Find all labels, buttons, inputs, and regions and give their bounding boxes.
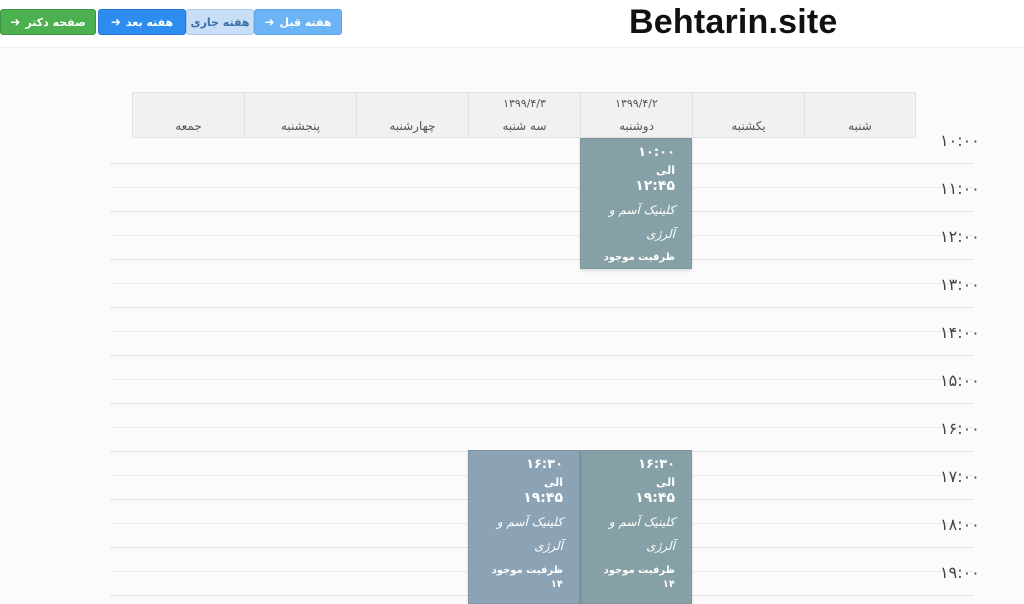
top-bar: صفحه دکتر ➜ هفته بعد ➜ هفته جاری هفته قب… [0,0,1024,48]
event-end-time: ۱۲:۴۵ [635,178,675,194]
event-capacity-label: ظرفیت موجود [603,565,675,576]
time-label: ۱۲:۰۰ [940,227,980,246]
event-to-label: الی [655,476,675,489]
time-label: ۱۰:۰۰ [940,131,980,150]
next-week-label: هفته بعد [125,15,174,29]
event-tuesday-evening[interactable]: ۱۶:۳۰ الی ۱۹:۴۵ کلینیک آسم و آلرژی ظرفیت… [468,450,580,604]
current-week-button[interactable]: هفته جاری [186,9,254,35]
event-clinic-name-cont: آلرژی [534,539,563,553]
grid-line [110,259,974,260]
day-date: ۱۳۹۹/۴/۳ [503,97,546,110]
arrow-left-icon: ➜ [110,15,121,29]
grid-line [110,403,974,404]
day-name: جمعه [175,119,202,133]
event-monday-evening[interactable]: ۱۶:۳۰ الی ۱۹:۴۵ کلینیک آسم و آلرژی ظرفیت… [580,450,692,604]
event-capacity-label: ظرفیت موجود [603,252,675,263]
event-clinic-name: کلینیک آسم و [496,515,563,529]
doctor-page-label: صفحه دکتر [25,15,86,29]
event-start-time: ۱۰:۰۰ [638,145,675,160]
time-label: ۱۵:۰۰ [940,371,980,390]
day-header-thursday[interactable]: پنجشنبه [244,92,356,138]
grid-line [110,187,974,188]
doctor-page-button[interactable]: صفحه دکتر ➜ [0,9,96,35]
next-week-button[interactable]: هفته بعد ➜ [98,9,186,35]
event-to-label: الی [543,476,563,489]
day-name: سه شنبه [502,119,547,133]
day-header-saturday[interactable]: شنبه [804,92,916,138]
event-start-time: ۱۶:۳۰ [526,457,563,472]
event-capacity-value: ۱۴ [662,579,675,590]
time-label: ۱۸:۰۰ [940,515,980,534]
arrow-left-icon: ➜ [10,15,21,29]
day-header-monday[interactable]: ۱۳۹۹/۴/۲ دوشنبه [580,92,692,138]
event-clinic-name: کلینیک آسم و [608,203,675,217]
grid-line [110,331,974,332]
day-header-tuesday[interactable]: ۱۳۹۹/۴/۳ سه شنبه [468,92,580,138]
time-label: ۱۳:۰۰ [940,275,980,294]
grid-line [110,235,974,236]
event-clinic-name-cont: آلرژی [646,539,675,553]
event-to-label: الی [655,164,675,177]
event-clinic-name: کلینیک آسم و [608,515,675,529]
previous-week-button[interactable]: هفته قبل ➜ [254,9,342,35]
day-date: ۱۳۹۹/۴/۲ [615,97,658,110]
day-name: دوشنبه [619,119,654,133]
day-header-friday[interactable]: جمعه [132,92,244,138]
time-label: ۱۱:۰۰ [940,179,980,198]
time-label: ۱۷:۰۰ [940,467,980,486]
day-name: پنجشنبه [280,119,321,133]
day-header-sunday[interactable]: یکشنبه [692,92,804,138]
time-label: ۱۴:۰۰ [940,323,980,342]
time-label: ۱۹:۰۰ [940,563,980,582]
grid-line [110,307,974,308]
event-monday-morning[interactable]: ۱۰:۰۰ الی ۱۲:۴۵ کلینیک آسم و آلرژی ظرفیت… [580,138,692,269]
weekly-calendar: شنبه یکشنبه ۱۳۹۹/۴/۲ دوشنبه ۱۳۹۹/۴/۳ سه … [0,49,1024,604]
day-header-wednesday[interactable]: چهارشنبه [356,92,468,138]
day-name: چهارشنبه [389,119,436,133]
grid-line [110,163,974,164]
current-week-label: هفته جاری [190,15,250,29]
event-start-time: ۱۶:۳۰ [638,457,675,472]
grid-line [110,211,974,212]
event-clinic-name-cont: آلرژی [646,227,675,241]
arrow-left-icon: ➜ [264,15,275,29]
event-end-time: ۱۹:۴۵ [635,490,675,506]
day-name: یکشنبه [731,119,766,133]
day-name: شنبه [848,119,872,133]
previous-week-label: هفته قبل [279,15,332,29]
event-capacity-value: ۱۴ [550,579,563,590]
grid-line [110,283,974,284]
grid-line [110,427,974,428]
event-end-time: ۱۹:۴۵ [523,490,563,506]
site-title: Behtarin.site [629,3,838,41]
time-label: ۱۶:۰۰ [940,419,980,438]
grid-line [110,355,974,356]
grid-line [110,379,974,380]
event-capacity-label: ظرفیت موجود [491,565,563,576]
